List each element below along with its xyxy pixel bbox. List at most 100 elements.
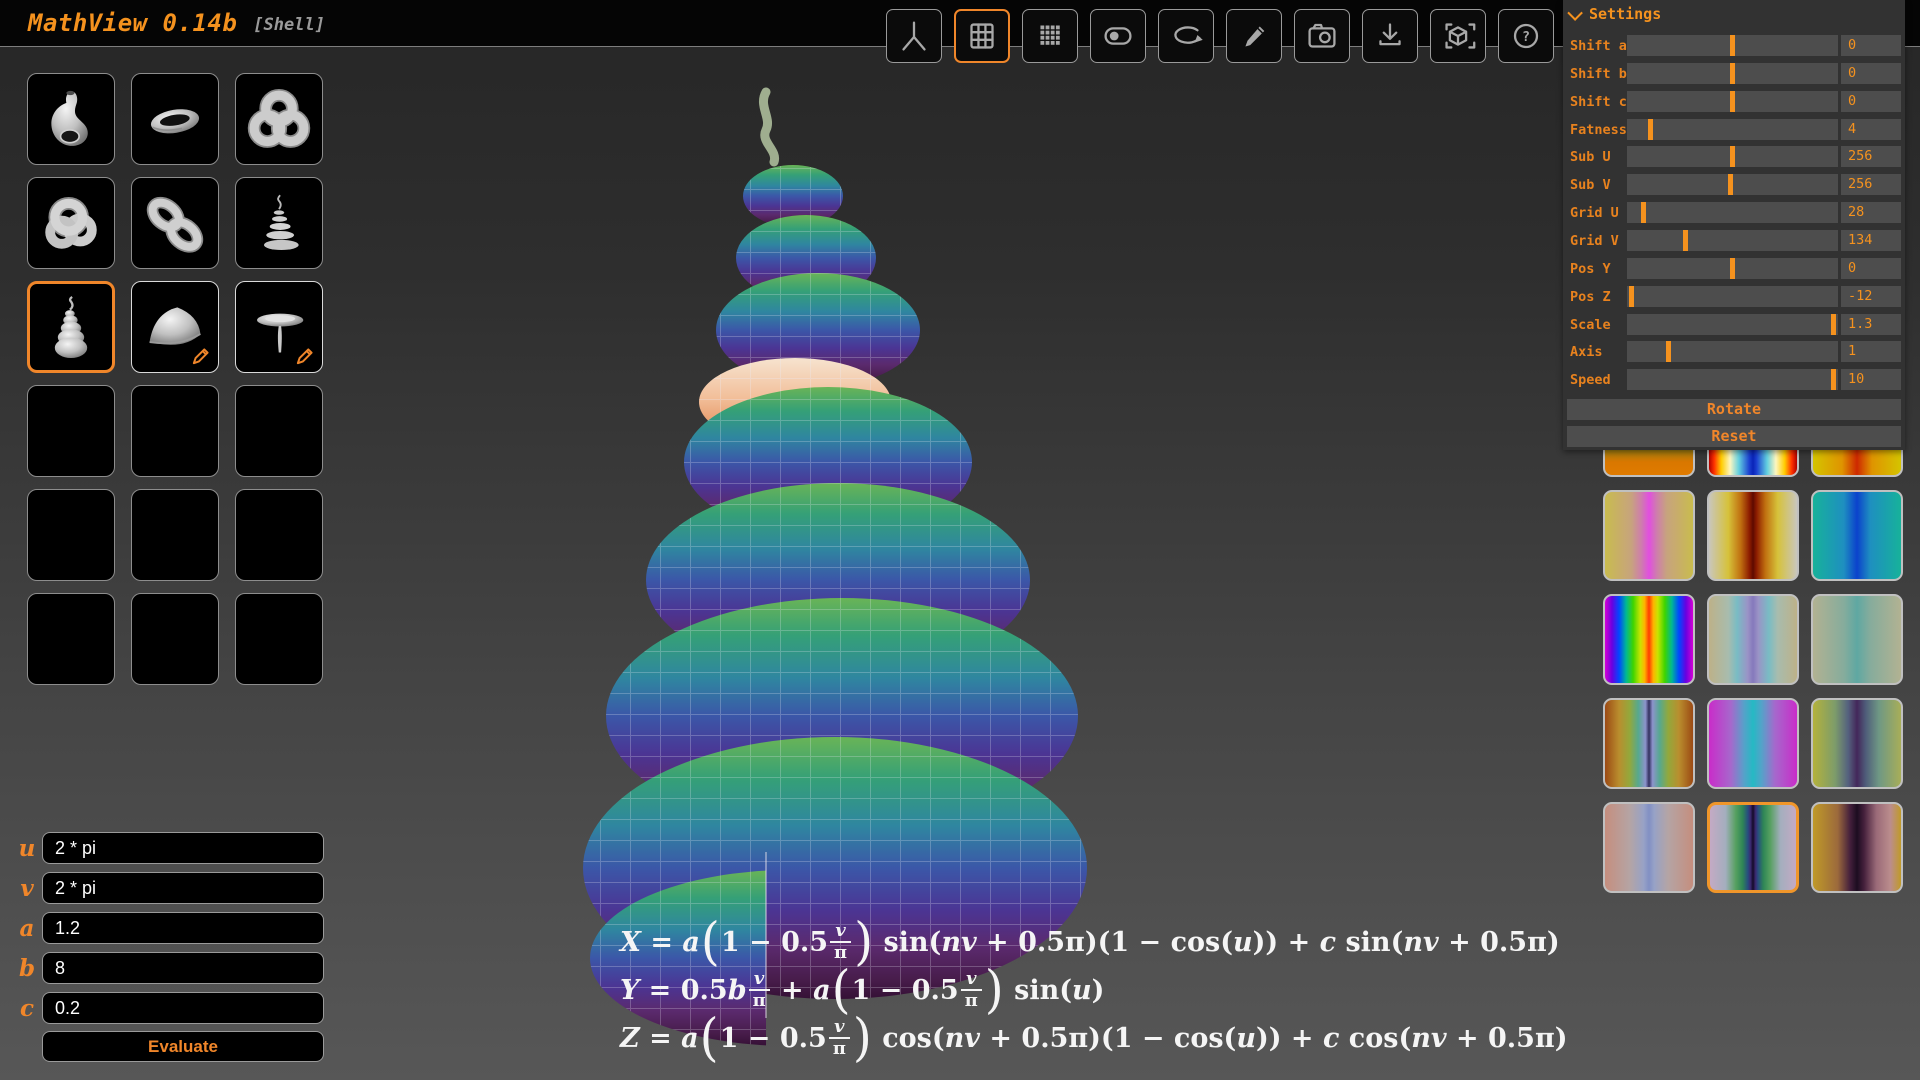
setting-value[interactable]: 256 bbox=[1841, 146, 1901, 167]
app-subtitle: [Shell] bbox=[253, 12, 325, 35]
colormap-khaki-magenta[interactable] bbox=[1603, 490, 1695, 581]
slider-handle[interactable] bbox=[1831, 314, 1836, 335]
setting-value[interactable]: 28 bbox=[1841, 202, 1901, 223]
gallery-item-empty[interactable] bbox=[27, 489, 115, 581]
toolbar-axes-button[interactable] bbox=[886, 9, 942, 63]
setting-value[interactable]: 1.3 bbox=[1841, 314, 1901, 335]
toolbar-pencil-button[interactable] bbox=[1226, 9, 1282, 63]
slider-handle[interactable] bbox=[1641, 202, 1646, 223]
setting-value[interactable]: 256 bbox=[1841, 174, 1901, 195]
gallery-item-trefoil-knot[interactable] bbox=[235, 73, 323, 165]
colormap-rainbow-stripes[interactable] bbox=[1603, 594, 1695, 685]
shift-a-slider[interactable] bbox=[1627, 35, 1838, 56]
setting-value[interactable]: 0 bbox=[1841, 63, 1901, 84]
gallery-item-mobius-strip[interactable] bbox=[131, 73, 219, 165]
colormap-gold-darkred[interactable] bbox=[1707, 490, 1799, 581]
speed-slider[interactable] bbox=[1627, 369, 1838, 390]
slider-handle[interactable] bbox=[1730, 258, 1735, 279]
toolbar-toggle-button[interactable] bbox=[1090, 9, 1146, 63]
axis-slider[interactable] bbox=[1627, 341, 1838, 362]
slider-handle[interactable] bbox=[1730, 63, 1735, 84]
colormap-teal-blue[interactable] bbox=[1811, 490, 1903, 581]
gallery-item-empty[interactable] bbox=[27, 593, 115, 685]
colormap-tan-cyan-purple[interactable] bbox=[1707, 594, 1799, 685]
slider-handle[interactable] bbox=[1730, 35, 1735, 56]
slider-handle[interactable] bbox=[1730, 146, 1735, 167]
gallery-item-empty[interactable] bbox=[235, 593, 323, 685]
rotate-button[interactable]: Rotate bbox=[1567, 399, 1901, 420]
pencil-icon bbox=[190, 345, 212, 367]
grid-u-slider[interactable] bbox=[1627, 202, 1838, 223]
slider-handle[interactable] bbox=[1629, 286, 1634, 307]
slider-handle[interactable] bbox=[1648, 119, 1653, 140]
toolbar-orbit-button[interactable] bbox=[1158, 9, 1214, 63]
gallery-item-empty[interactable] bbox=[235, 385, 323, 477]
gallery-item-empty[interactable] bbox=[131, 593, 219, 685]
slider-handle[interactable] bbox=[1666, 341, 1671, 362]
gallery-item-empty[interactable] bbox=[27, 385, 115, 477]
setting-value[interactable]: 134 bbox=[1841, 230, 1901, 251]
colormap-gold-dark-rose[interactable] bbox=[1811, 802, 1903, 893]
reset-button[interactable]: Reset bbox=[1567, 426, 1901, 447]
toolbar-camera-button[interactable] bbox=[1294, 9, 1350, 63]
scale-slider[interactable] bbox=[1627, 314, 1838, 335]
gallery-item-figure-eight-knot[interactable] bbox=[131, 177, 219, 269]
pos-z-slider[interactable] bbox=[1627, 286, 1838, 307]
slider-handle[interactable] bbox=[1831, 369, 1836, 390]
toolbar-help-button[interactable]: ? bbox=[1498, 9, 1554, 63]
colormap-sage-teal[interactable] bbox=[1811, 594, 1903, 685]
colormap-magenta-cyan[interactable] bbox=[1707, 698, 1799, 789]
grid-v-slider[interactable] bbox=[1627, 230, 1838, 251]
fatness-slider[interactable] bbox=[1627, 119, 1838, 140]
param-label-c: c bbox=[12, 995, 42, 1022]
toolbar-grid-dense-button[interactable] bbox=[1022, 9, 1078, 63]
shift-b-slider[interactable] bbox=[1627, 63, 1838, 84]
settings-header[interactable]: Settings bbox=[1571, 5, 1661, 23]
viewport-3d[interactable] bbox=[480, 50, 1180, 1070]
setting-value[interactable]: 1 bbox=[1841, 341, 1901, 362]
gallery-item-spiral-thin[interactable] bbox=[235, 177, 323, 269]
slider-handle[interactable] bbox=[1683, 230, 1688, 251]
param-rows: uvabc bbox=[12, 828, 332, 1028]
param-input-u[interactable] bbox=[42, 832, 324, 864]
setting-value[interactable]: 0 bbox=[1841, 258, 1901, 279]
setting-value[interactable]: 0 bbox=[1841, 91, 1901, 112]
gallery-item-funnel[interactable] bbox=[235, 281, 323, 373]
gallery-item-torus-knot[interactable] bbox=[27, 177, 115, 269]
setting-value[interactable]: 0 bbox=[1841, 35, 1901, 56]
gallery-item-empty[interactable] bbox=[131, 489, 219, 581]
formula-token: cos( bbox=[1339, 1023, 1411, 1054]
param-input-v[interactable] bbox=[42, 872, 324, 904]
gallery-item-empty[interactable] bbox=[235, 489, 323, 581]
colormap-olive-purple-teal[interactable] bbox=[1811, 698, 1903, 789]
colormap-rust-rainbow[interactable] bbox=[1603, 698, 1695, 789]
pos-y-slider[interactable] bbox=[1627, 258, 1838, 279]
slider-handle[interactable] bbox=[1728, 174, 1733, 195]
setting-value[interactable]: 10 bbox=[1841, 369, 1901, 390]
slider-handle[interactable] bbox=[1730, 91, 1735, 112]
sub-u-slider[interactable] bbox=[1627, 146, 1838, 167]
setting-value[interactable]: 4 bbox=[1841, 119, 1901, 140]
setting-value[interactable]: -12 bbox=[1841, 286, 1901, 307]
colormap-rose-blue-pastel[interactable] bbox=[1603, 802, 1695, 893]
toolbar-cube-scan-button[interactable] bbox=[1430, 9, 1486, 63]
gallery-item-empty[interactable] bbox=[131, 385, 219, 477]
sub-v-slider[interactable] bbox=[1627, 174, 1838, 195]
gallery-item-klein-bottle[interactable] bbox=[27, 73, 115, 165]
param-input-a[interactable] bbox=[42, 912, 324, 944]
colormap-lavender-green-dark[interactable] bbox=[1707, 802, 1799, 893]
setting-row-scale: Scale1.3 bbox=[1563, 314, 1905, 335]
help-icon: ? bbox=[1505, 15, 1547, 57]
gallery-item-dome-shell[interactable] bbox=[131, 281, 219, 373]
formula-token: )) + bbox=[1253, 927, 1320, 958]
param-input-b[interactable] bbox=[42, 952, 324, 984]
orbit-icon bbox=[1165, 15, 1207, 57]
formula-token: c bbox=[1320, 927, 1336, 958]
toolbar-download-button[interactable] bbox=[1362, 9, 1418, 63]
shift-c-slider[interactable] bbox=[1627, 91, 1838, 112]
gallery-item-spiral-shell[interactable] bbox=[27, 281, 115, 373]
formula-token: nv bbox=[945, 1023, 980, 1054]
toolbar-grid-button[interactable] bbox=[954, 9, 1010, 63]
evaluate-button[interactable]: Evaluate bbox=[42, 1031, 324, 1062]
param-input-c[interactable] bbox=[42, 992, 324, 1024]
